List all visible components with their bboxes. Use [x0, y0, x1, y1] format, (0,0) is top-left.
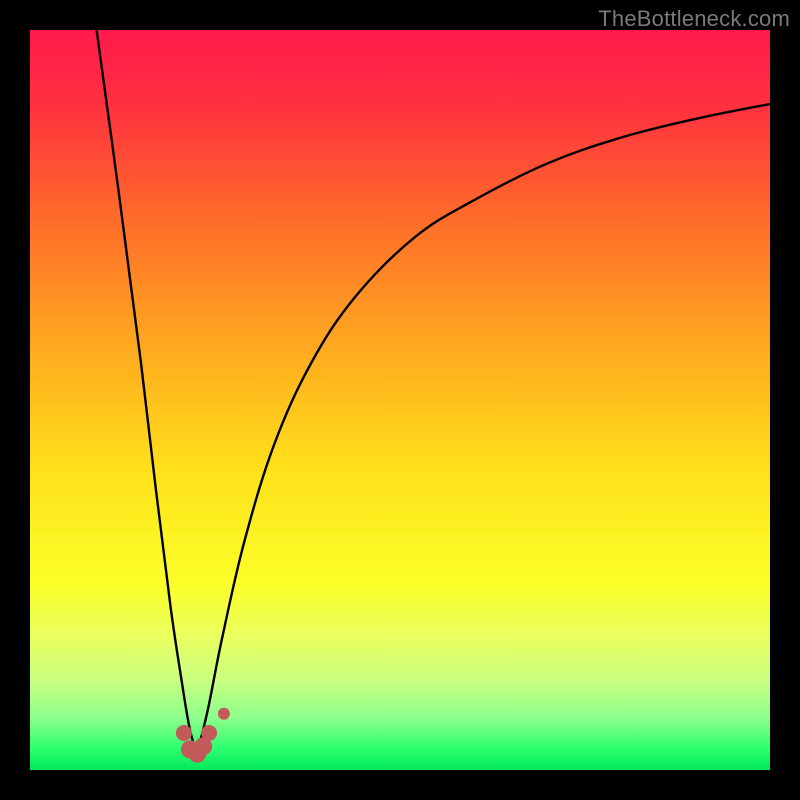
curve-right-branch — [197, 104, 771, 755]
curve-left-branch — [97, 30, 197, 755]
marker-dot — [218, 708, 230, 720]
curve-layer — [30, 30, 770, 770]
watermark-text: TheBottleneck.com — [598, 6, 790, 32]
highlight-markers — [176, 708, 230, 763]
marker-dot — [201, 725, 217, 741]
marker-dot — [176, 725, 192, 741]
plot-area — [30, 30, 770, 770]
chart-stage: TheBottleneck.com — [0, 0, 800, 800]
